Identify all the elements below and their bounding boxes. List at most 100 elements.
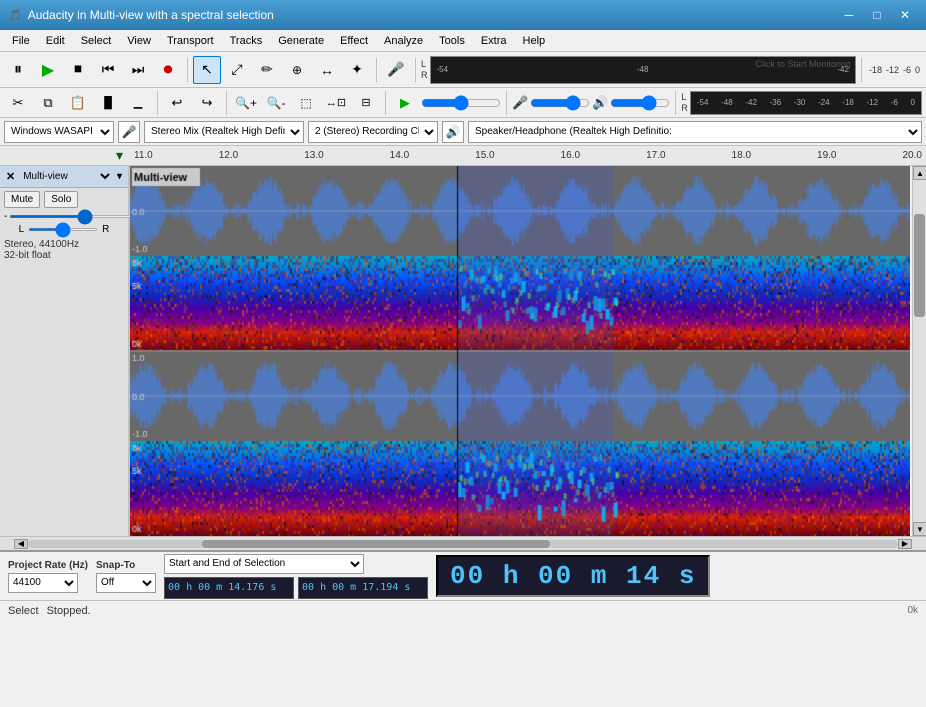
- app-icon: 🎵: [8, 9, 22, 22]
- selection-end-input[interactable]: [298, 577, 428, 599]
- menu-effect[interactable]: Effect: [332, 33, 376, 49]
- bottom-controls-bar: Project Rate (Hz) 44100 Snap-To Off On S…: [0, 550, 926, 600]
- vscroll-up-button[interactable]: ▲: [913, 166, 926, 180]
- mic-volume-slider[interactable]: [530, 96, 590, 110]
- vscroll-track: [913, 180, 926, 522]
- menu-view[interactable]: View: [119, 33, 159, 49]
- playback-speed-slider[interactable]: [421, 96, 501, 110]
- title-bar: 🎵 Audacity in Multi-view with a spectral…: [0, 0, 926, 30]
- ruler-marks: 11.0 12.0 13.0 14.0 15.0 16.0 17.0 18.0 …: [130, 150, 926, 161]
- sep3: [415, 58, 416, 82]
- vscroll-down-button[interactable]: ▼: [913, 522, 926, 536]
- waveform-canvas[interactable]: [130, 166, 910, 536]
- snap-to-select[interactable]: Off On: [96, 573, 156, 593]
- speaker-volume-slider[interactable]: [610, 96, 670, 110]
- track-view-select[interactable]: Multi-view: [19, 170, 113, 183]
- menu-extra[interactable]: Extra: [473, 33, 515, 49]
- selection-type-select[interactable]: Start and End of Selection: [164, 554, 364, 574]
- audio-host-select[interactable]: Windows WASAPI: [4, 121, 114, 143]
- gain-slider[interactable]: [9, 215, 138, 218]
- play-button[interactable]: ▶: [34, 56, 62, 84]
- speaker-icon: 🔊: [592, 95, 608, 111]
- input-device-button[interactable]: 🎤: [118, 121, 140, 143]
- solo-button[interactable]: Solo: [44, 191, 78, 208]
- time-display-text: 00 h 00 m 14 s: [450, 561, 696, 591]
- gain-row: - +: [0, 211, 128, 222]
- input-monitor-button[interactable]: 🎤: [382, 56, 410, 84]
- envelope-tool-button[interactable]: ⤢: [223, 56, 251, 84]
- vertical-scrollbar[interactable]: ▲ ▼: [912, 166, 926, 536]
- hscroll-left-button[interactable]: ◀: [14, 539, 28, 549]
- multi-tool-button[interactable]: ✦: [343, 56, 371, 84]
- sep8: [506, 91, 507, 115]
- waveform-area[interactable]: [130, 166, 912, 536]
- stop-button[interactable]: ⏹: [64, 56, 92, 84]
- copy-button[interactable]: ⧉: [34, 89, 62, 117]
- channels-select[interactable]: 2 (Stereo) Recording Chann: [308, 121, 438, 143]
- vscroll-thumb[interactable]: [914, 214, 925, 317]
- output-vu-meter[interactable]: -54-48-42-36-30-24-18-12-60: [690, 91, 922, 115]
- output-device-select[interactable]: Speaker/Headphone (Realtek High Definiti…: [468, 121, 922, 143]
- menu-edit[interactable]: Edit: [38, 33, 73, 49]
- redo-button[interactable]: ↪: [193, 89, 221, 117]
- track-collapse-icon[interactable]: ▾: [117, 171, 122, 182]
- hscroll-right-button[interactable]: ▶: [898, 539, 912, 549]
- menu-file[interactable]: File: [4, 33, 38, 49]
- device-toolbar: Windows WASAPI 🎤 Stereo Mix (Realtek Hig…: [0, 118, 926, 146]
- project-rate-section: Project Rate (Hz) 44100: [8, 560, 88, 593]
- project-rate-select[interactable]: 44100: [8, 573, 78, 593]
- pan-row: L R: [0, 222, 128, 237]
- menu-tracks[interactable]: Tracks: [222, 33, 271, 49]
- sep5: [157, 91, 158, 115]
- menu-select[interactable]: Select: [73, 33, 120, 49]
- selection-times: [164, 577, 428, 599]
- mute-button[interactable]: Mute: [4, 191, 40, 208]
- sep1: [187, 58, 188, 82]
- menu-transport[interactable]: Transport: [159, 33, 222, 49]
- output-device-button[interactable]: 🔊: [442, 121, 464, 143]
- skip-start-button[interactable]: ⏮: [94, 56, 122, 84]
- zoom-out-button[interactable]: 🔍-: [262, 89, 290, 117]
- minimize-button[interactable]: ─: [836, 5, 862, 25]
- selection-tool-button[interactable]: ↖: [193, 56, 221, 84]
- pan-slider[interactable]: [28, 228, 98, 231]
- vu-lr-label: LR: [421, 59, 428, 81]
- input-vu-meter[interactable]: -54-48-42 Click to Start Monitoring: [430, 56, 856, 84]
- play-at-speed-button[interactable]: ▶: [391, 89, 419, 117]
- edit-toolbar: ✂ ⧉ 📋 ▐▌ ▁ ↩ ↪ 🔍+ 🔍- ⬚ ↔⊡ ⊟ ▶ 🎤 🔊 LR -54…: [0, 88, 926, 118]
- menu-tools[interactable]: Tools: [431, 33, 473, 49]
- gain-min-label: -: [4, 211, 7, 222]
- sep4: [861, 58, 862, 82]
- window-controls: ─ □ ✕: [836, 5, 918, 25]
- menu-analyze[interactable]: Analyze: [376, 33, 431, 49]
- pause-button[interactable]: ⏸: [4, 56, 32, 84]
- silence-button[interactable]: ▁: [124, 89, 152, 117]
- zoom-tool-button[interactable]: ⊕: [283, 56, 311, 84]
- menu-generate[interactable]: Generate: [270, 33, 332, 49]
- record-button[interactable]: ⏺: [154, 56, 182, 84]
- close-button[interactable]: ✕: [892, 5, 918, 25]
- undo-button[interactable]: ↩: [163, 89, 191, 117]
- input-device-select[interactable]: Stereo Mix (Realtek High Definition Audi…: [144, 121, 304, 143]
- trim-button[interactable]: ▐▌: [94, 89, 122, 117]
- cut-button[interactable]: ✂: [4, 89, 32, 117]
- horizontal-scrollbar[interactable]: ◀ ▶: [0, 536, 926, 550]
- zoom-sel-button[interactable]: ⬚: [292, 89, 320, 117]
- draw-tool-button[interactable]: ✏: [253, 56, 281, 84]
- zoom-spec-button[interactable]: ⊟: [352, 89, 380, 117]
- menu-help[interactable]: Help: [515, 33, 554, 49]
- click-monitor-label[interactable]: Click to Start Monitoring: [755, 59, 851, 69]
- paste-button[interactable]: 📋: [64, 89, 92, 117]
- zoom-fit-button[interactable]: ↔⊡: [322, 89, 350, 117]
- timeshift-tool-button[interactable]: ↔: [313, 56, 341, 84]
- select-label[interactable]: Select: [8, 605, 39, 617]
- hscroll-thumb[interactable]: [202, 540, 550, 548]
- track-close-icon[interactable]: ✕: [6, 170, 15, 183]
- snap-to-section: Snap-To Off On: [96, 560, 156, 593]
- time-display: 00 h 00 m 14 s: [436, 555, 710, 597]
- skip-end-button[interactable]: ⏭: [124, 56, 152, 84]
- maximize-button[interactable]: □: [864, 5, 890, 25]
- selection-start-input[interactable]: [164, 577, 294, 599]
- zoom-in-button[interactable]: 🔍+: [232, 89, 260, 117]
- ruler-play-cursor: ▾: [116, 147, 123, 164]
